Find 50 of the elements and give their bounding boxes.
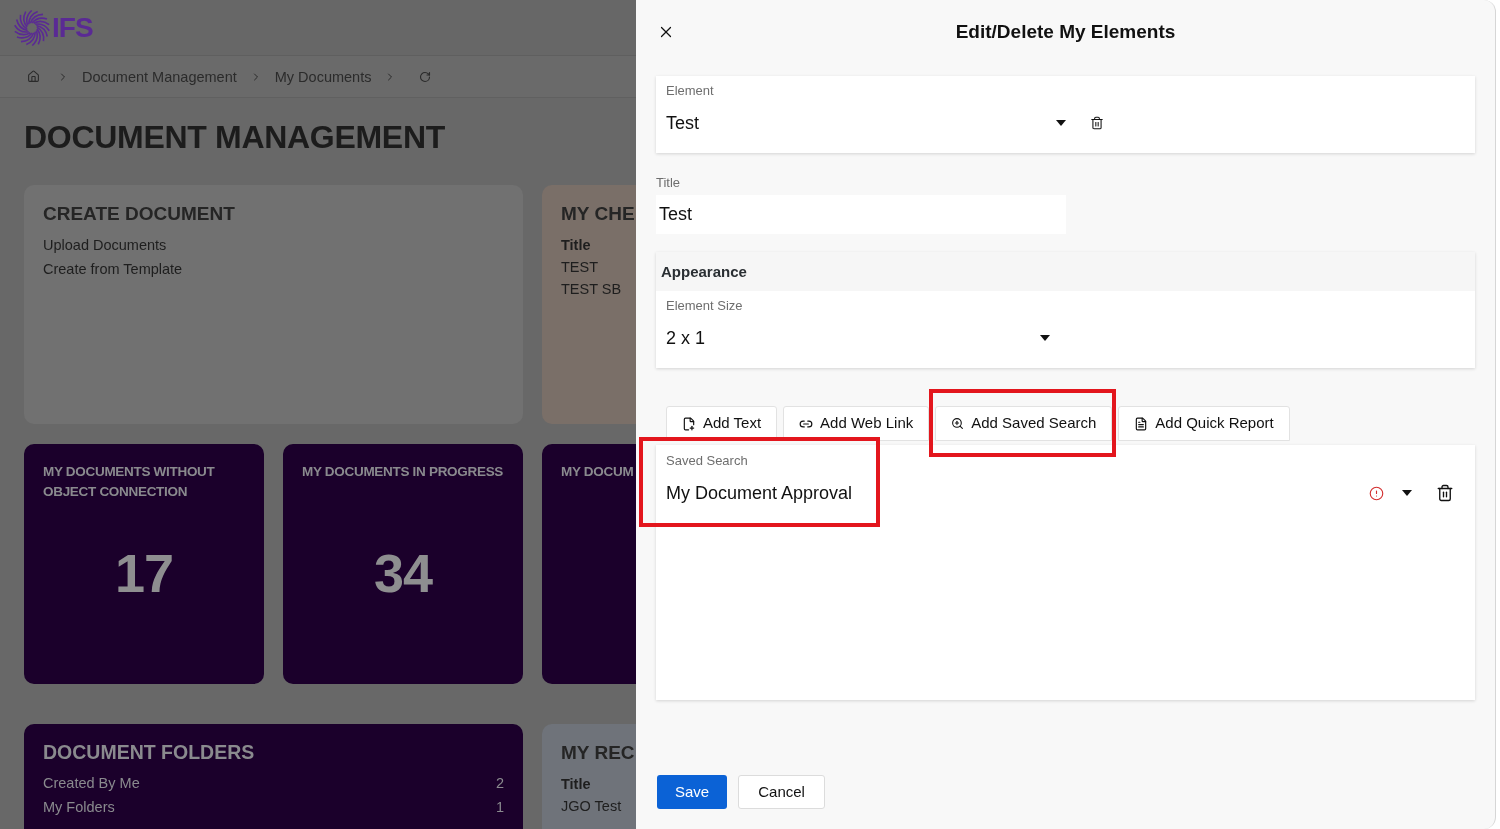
- tile-title: MY REC: [561, 741, 636, 765]
- tile-title: MY DOCUM: [561, 463, 635, 481]
- folder-count: 1: [495, 798, 504, 817]
- trash-icon: [1436, 484, 1454, 502]
- spiral-logo-icon: [14, 9, 50, 46]
- document-icon: [1134, 416, 1149, 431]
- tile-link[interactable]: Create from Template: [43, 259, 183, 279]
- title-input[interactable]: Test: [656, 195, 1066, 234]
- saved-search-select[interactable]: My Document Approval: [666, 482, 1412, 504]
- save-button[interactable]: Save: [657, 775, 728, 809]
- caret-down-icon: [1056, 120, 1066, 126]
- element-select[interactable]: Test: [666, 112, 1066, 134]
- file-plus-icon: [682, 416, 696, 431]
- folder-link[interactable]: My Folders: [43, 797, 115, 817]
- field-label: Element: [666, 83, 714, 99]
- list-row[interactable]: JGO Test: [561, 796, 622, 816]
- add-element-button[interactable]: Add Saved Search: [935, 406, 1113, 441]
- caret-down-icon: [1040, 335, 1050, 341]
- tile-title: DOCUMENT FOLDERS: [43, 740, 256, 764]
- caret-down-icon: [1402, 490, 1412, 496]
- count-value: 17: [114, 544, 174, 602]
- section-heading: Appearance: [661, 261, 747, 282]
- column-header: Title: [561, 775, 592, 794]
- folder-count: 2: [495, 774, 504, 793]
- trash-icon: [1090, 116, 1104, 130]
- column-header: Title: [561, 236, 592, 255]
- add-element-button[interactable]: Add Quick Report: [1118, 406, 1290, 441]
- tile-title: MY DOCUMENTS WITHOUT OBJECT CONNECTION: [43, 463, 216, 501]
- home-icon[interactable]: [27, 70, 40, 83]
- logo-text: IFS: [52, 12, 93, 43]
- delete-button[interactable]: [1090, 116, 1104, 130]
- list-row[interactable]: TEST SB: [561, 279, 622, 299]
- size-select[interactable]: 2 x 1: [666, 327, 1050, 349]
- cancel-button[interactable]: Cancel: [738, 775, 825, 809]
- list-row[interactable]: TEST: [561, 257, 599, 277]
- tile-title: MY DOCUMENTS IN PROGRESS: [302, 463, 504, 481]
- drawer-title: Edit/Delete My Elements: [955, 20, 1176, 44]
- delete-button[interactable]: [1436, 484, 1454, 502]
- tile-link[interactable]: Upload Documents: [43, 235, 167, 255]
- field-label: Title: [656, 175, 681, 191]
- tile-title: CREATE DOCUMENT: [43, 202, 236, 226]
- field-label: Saved Search: [666, 453, 749, 469]
- count-value: 34: [373, 544, 433, 602]
- add-element-button[interactable]: Add Web Link: [783, 406, 930, 441]
- field-label: Element Size: [666, 298, 743, 314]
- zoom-in-icon: [951, 417, 965, 430]
- tile-title: MY CHE: [561, 202, 636, 226]
- refresh-icon[interactable]: [419, 70, 432, 83]
- folder-link[interactable]: Created By Me: [43, 773, 140, 793]
- page-title: DOCUMENT MANAGEMENT: [24, 118, 445, 156]
